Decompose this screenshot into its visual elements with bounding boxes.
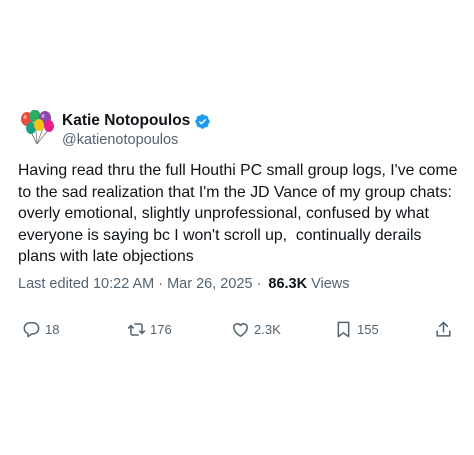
author-block: Katie Notopoulos @katienotopoulos: [62, 111, 211, 148]
edited-time-link[interactable]: Last edited 10:22 AM: [18, 276, 154, 292]
share-icon: [436, 321, 451, 337]
verified-badge-icon[interactable]: [194, 113, 211, 130]
retweet-count: 176: [150, 321, 172, 337]
action-bar: 18 176 2.3K 155: [0, 318, 474, 342]
balloons-icon: [21, 109, 54, 145]
reply-count: 18: [45, 321, 60, 337]
retweet-icon: [127, 322, 146, 336]
bookmark-count: 155: [357, 321, 379, 337]
views-count: 86.3K: [268, 276, 308, 292]
views-label: Views: [311, 276, 350, 292]
bookmark-icon: [337, 321, 350, 337]
share-button[interactable]: [434, 318, 453, 340]
like-count: 2.3K: [254, 321, 281, 337]
like-button[interactable]: 2.3K: [231, 318, 281, 340]
meta-separator: ·: [256, 276, 262, 292]
author-avatar[interactable]: [18, 109, 56, 148]
tweet-text: Having read thru the full Houthi PC smal…: [18, 162, 462, 265]
reply-button[interactable]: 18: [22, 318, 59, 340]
heart-icon: [233, 322, 248, 337]
tweet-meta: Last edited 10:22 AM · Mar 26, 2025 · 86…: [18, 276, 350, 292]
tweet-card: Katie Notopoulos @katienotopoulos Having…: [0, 0, 474, 455]
author-name-row: Katie Notopoulos: [62, 111, 211, 131]
reply-icon: [23, 321, 40, 337]
tweet-date[interactable]: Mar 26, 2025: [167, 276, 252, 292]
meta-separator: ·: [158, 276, 164, 292]
author-display-name[interactable]: Katie Notopoulos: [62, 112, 190, 130]
author-handle[interactable]: @katienotopoulos: [62, 132, 211, 148]
bookmark-button[interactable]: 155: [334, 318, 379, 340]
retweet-button[interactable]: 176: [127, 318, 172, 340]
